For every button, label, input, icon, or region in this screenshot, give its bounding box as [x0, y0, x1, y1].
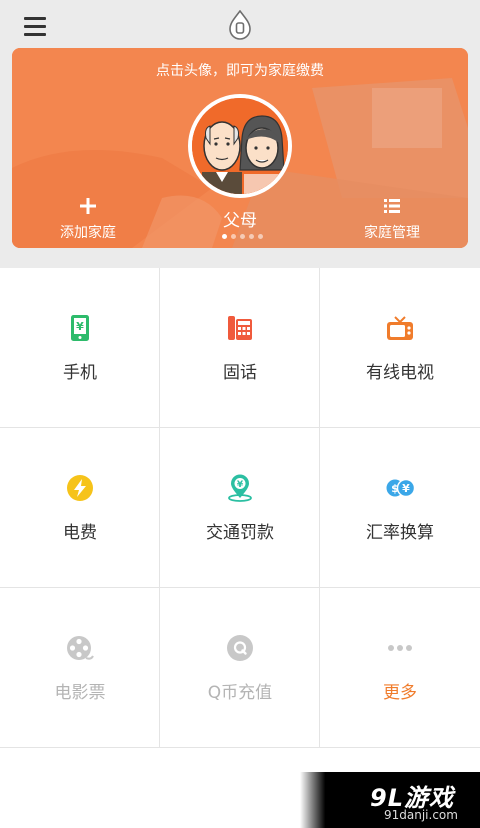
- service-traffic-fine[interactable]: ¥ 交通罚款: [160, 428, 320, 588]
- hamburger-menu-icon[interactable]: [24, 16, 46, 38]
- traffic-fine-location-icon: ¥: [228, 474, 252, 502]
- service-label: 固话: [223, 363, 257, 383]
- service-label: 汇率换算: [366, 523, 434, 543]
- service-mobile[interactable]: ¥ 手机: [0, 268, 160, 428]
- service-label: Q币充值: [207, 683, 273, 703]
- landline-phone-icon: [228, 316, 252, 340]
- film-reel-icon: [67, 636, 94, 660]
- carousel-dot: [249, 234, 254, 239]
- service-cable-tv[interactable]: 有线电视: [320, 268, 480, 428]
- add-family-label: 添加家庭: [60, 225, 116, 241]
- svg-text:$: $: [391, 482, 399, 495]
- top-section: 点击头像，即可为家庭缴费 父母 添加家庭 家庭管理: [0, 0, 480, 268]
- banner-hint-text: 点击头像，即可为家庭缴费: [156, 63, 324, 79]
- manage-family-button[interactable]: 家庭管理: [342, 196, 442, 242]
- list-icon: [384, 199, 400, 213]
- service-movie-ticket[interactable]: 电影票: [0, 588, 160, 748]
- plus-icon: [80, 198, 96, 214]
- service-label: 手机: [63, 363, 97, 383]
- family-banner[interactable]: 点击头像，即可为家庭缴费 父母 添加家庭 家庭管理: [12, 48, 468, 248]
- more-dots-icon: [388, 645, 412, 651]
- watermark-url: 91danji.com: [384, 808, 458, 822]
- service-q-coin[interactable]: Q币充值: [160, 588, 320, 748]
- service-more[interactable]: 更多: [320, 588, 480, 748]
- currency-exchange-icon: $ ¥: [386, 478, 416, 498]
- site-watermark: 9L游戏 91danji.com: [300, 772, 480, 828]
- lightning-icon: [67, 475, 93, 501]
- app-logo-icon: [229, 10, 251, 40]
- service-landline[interactable]: 固话: [160, 268, 320, 428]
- service-label: 电影票: [54, 683, 106, 703]
- carousel-dot: [258, 234, 263, 239]
- service-exchange-rate[interactable]: $ ¥ 汇率换算: [320, 428, 480, 588]
- carousel-indicator: [222, 234, 263, 240]
- mobile-phone-icon: ¥: [71, 315, 89, 341]
- service-label: 更多: [383, 683, 417, 703]
- svg-text:¥: ¥: [402, 482, 410, 495]
- carousel-dot: [240, 234, 245, 239]
- tv-icon: [387, 316, 413, 340]
- carousel-dot: [231, 234, 236, 239]
- svg-text:¥: ¥: [76, 320, 84, 333]
- service-label: 电费: [63, 523, 97, 543]
- carousel-dot-active: [222, 234, 227, 239]
- service-electricity[interactable]: 电费: [0, 428, 160, 588]
- q-coin-icon: [227, 635, 253, 661]
- service-grid: ¥ 手机 固话 有线电视 电费 ¥ 交通罚款 $ ¥ 汇率换算 电影票 Q币充值…: [0, 268, 480, 748]
- add-family-button[interactable]: 添加家庭: [38, 196, 138, 242]
- svg-text:¥: ¥: [237, 480, 244, 490]
- service-label: 交通罚款: [206, 523, 274, 543]
- manage-family-label: 家庭管理: [364, 225, 420, 241]
- parents-avatar-illustration: [192, 98, 288, 194]
- family-avatar[interactable]: [192, 98, 288, 194]
- service-label: 有线电视: [366, 363, 434, 383]
